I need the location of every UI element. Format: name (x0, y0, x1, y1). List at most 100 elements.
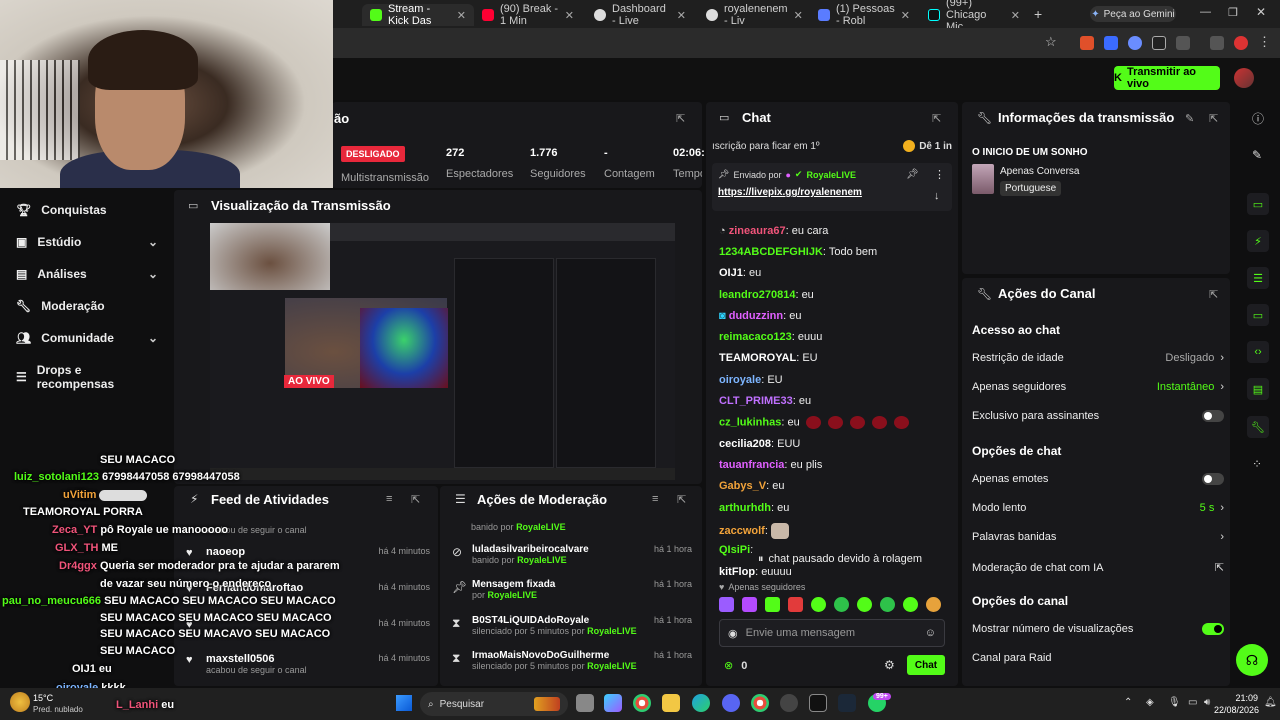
obs-icon[interactable] (780, 694, 798, 712)
tab-tiktok-chicago[interactable]: (99+) Chicago Mic ✕ (920, 0, 1028, 33)
emote-icon[interactable] (903, 597, 918, 612)
wrench-icon[interactable]: 🔧︎ (1247, 416, 1269, 438)
chat-paused-notice[interactable]: ⏸︎ chat pausado devido à rolagem (752, 550, 928, 568)
tab-dashboard-live[interactable]: Dashboard - Live ✕ (586, 3, 694, 27)
extension-icon[interactable] (1152, 36, 1166, 50)
emoji-icon[interactable]: ☺ (925, 627, 936, 639)
extension-icon[interactable] (1080, 36, 1094, 50)
emotes-only-toggle[interactable] (1202, 473, 1224, 485)
chat-user[interactable]: QIsiPi (719, 544, 750, 556)
banned-words-row[interactable]: Palavras banidas › (972, 531, 1224, 543)
subscription-banner[interactable]: ıscrição para ficar em 1º Dê 1 in (712, 136, 952, 156)
chat-user[interactable]: CLT_PRIME33 (719, 395, 793, 407)
stream-preview-video[interactable]: AO VIVO (210, 223, 675, 480)
code-icon[interactable]: ‹› (1247, 341, 1269, 363)
go-live-button[interactable]: K Transmitir ao vivo (1114, 66, 1220, 90)
filter-icon[interactable]: ≡ (386, 493, 392, 505)
slow-mode-row[interactable]: Modo lento 5 s › (972, 502, 1224, 514)
extension-icon[interactable] (1128, 36, 1142, 50)
tray-chevron-icon[interactable]: ⌃ (1124, 697, 1132, 708)
edit-pencil-icon[interactable]: ✎ (1252, 148, 1262, 162)
sidebar-item-analises[interactable]: ▤ Análises ⌄ (16, 267, 158, 281)
emote-icon[interactable] (719, 597, 734, 612)
popout-icon[interactable]: ⇱ (411, 493, 420, 506)
close-tab-icon[interactable]: ✕ (1011, 9, 1020, 22)
popout-icon[interactable]: ⇱ (1209, 112, 1218, 125)
new-tab-icon[interactable]: + (1034, 6, 1042, 22)
tab-kick-dashboard[interactable]: Stream - Kick Das ✕ (362, 3, 474, 27)
emote-icon[interactable] (834, 597, 849, 612)
popout-icon[interactable]: ⇱ (1209, 288, 1218, 301)
emote-icon[interactable] (926, 597, 941, 612)
chat-user[interactable]: cecilia208 (719, 438, 771, 450)
ai-moderation-row[interactable]: Moderação de chat com IA ⇱ (972, 561, 1224, 575)
filter-icon[interactable]: ≡ (652, 493, 658, 505)
chat-user[interactable]: reimacaco123 (719, 331, 792, 343)
kebab-menu-icon[interactable]: ⋮ (1258, 34, 1271, 50)
chat-user[interactable]: Gabys_V (719, 480, 766, 492)
network-icon[interactable]: ▭ (1188, 697, 1197, 708)
close-tab-icon[interactable]: ✕ (794, 9, 803, 22)
copilot-icon[interactable] (604, 694, 622, 712)
tray-app-icon[interactable]: ◈ (1146, 697, 1154, 708)
extension-icon[interactable] (1104, 36, 1118, 50)
chat-user[interactable]: kitFlop (719, 566, 755, 578)
age-restriction-row[interactable]: Restrição de idade Desligado › (972, 352, 1224, 364)
support-headset-icon[interactable]: ☊ (1236, 644, 1268, 676)
show-viewcount-toggle[interactable] (1202, 623, 1224, 635)
popout-icon[interactable]: ⇱ (932, 112, 941, 125)
chat-bubble-icon[interactable]: ▭ (1247, 304, 1269, 326)
tab-royalenenem[interactable]: royalenenem - Liv ✕ (698, 3, 806, 27)
close-tab-icon[interactable]: ✕ (565, 9, 574, 22)
browser-icon[interactable]: ▤ (1247, 378, 1269, 400)
chat-user[interactable]: TEAMOROYAL (719, 352, 796, 364)
gear-icon[interactable]: ⚙ (884, 658, 895, 672)
sidebar-item-estudio[interactable]: ▣ Estúdio ⌄ (16, 235, 158, 249)
emote-icon[interactable] (880, 597, 895, 612)
maximize-icon[interactable]: ❐ (1228, 6, 1238, 19)
emote-icon[interactable] (742, 597, 757, 612)
chrome-icon[interactable] (633, 694, 651, 712)
tab-roblox-people[interactable]: (1) Pessoas - Robl ✕ (810, 3, 918, 27)
channel-points[interactable]: ⊗ 0 (724, 659, 747, 673)
close-tab-icon[interactable]: ✕ (457, 9, 466, 22)
avatar[interactable] (1234, 68, 1254, 88)
sidebar-item-comunidade[interactable]: 👥︎ Comunidade ⌄ (16, 331, 158, 345)
chat-user[interactable]: arthurhdh (719, 502, 771, 514)
chat-user[interactable]: leandro270814 (719, 289, 795, 301)
emote-icon[interactable] (765, 597, 780, 612)
subscribers-only-toggle[interactable] (1202, 410, 1224, 422)
chat-user[interactable]: duduzzinn (729, 310, 783, 322)
unpin-icon[interactable]: 📌︎ (906, 169, 919, 180)
file-explorer-icon[interactable] (662, 694, 680, 712)
windows-start-icon[interactable] (396, 695, 412, 711)
taskbar-search[interactable]: ⌕ Pesquisar (420, 692, 568, 716)
send-chat-button[interactable]: Chat (907, 655, 945, 675)
gemini-button[interactable]: ✦ Peça ao Gemini (1090, 6, 1176, 22)
bookmark-star-icon[interactable]: ☆ (1045, 34, 1057, 50)
tab-youtube-break[interactable]: (90) Break - 1 Min ✕ (474, 3, 582, 27)
chat-user[interactable]: tauanfrancia (719, 459, 784, 471)
chat-user[interactable]: cz_lukinhas (719, 416, 781, 428)
close-tab-icon[interactable]: ✕ (901, 9, 910, 22)
popout-icon[interactable]: ⇱ (676, 112, 685, 125)
clock-time[interactable]: 21:09 (1220, 693, 1258, 703)
steam-icon[interactable] (838, 694, 856, 712)
chat-user[interactable]: zineaura67 (729, 225, 786, 237)
sidepanel-icon[interactable] (1210, 36, 1224, 50)
emote-icon[interactable] (811, 597, 826, 612)
layout-icon[interactable]: ▭ (1247, 193, 1269, 215)
apps-icon[interactable]: ⁘ (1252, 457, 1262, 471)
sidebar-item-moderacao[interactable]: 🔧︎ Moderação (16, 299, 158, 313)
followers-only-row[interactable]: Apenas seguidores Instantâneo › (972, 381, 1224, 393)
kebab-menu-icon[interactable]: ⋮ (934, 168, 945, 181)
lightning-icon[interactable]: ⚡︎ (1247, 230, 1269, 252)
profile-icon[interactable] (1234, 36, 1248, 50)
info-icon[interactable]: ⓘ (1252, 110, 1264, 127)
chat-user[interactable]: OIJ1 (719, 267, 743, 279)
minimize-icon[interactable]: — (1200, 6, 1211, 18)
volume-icon[interactable]: 🔊︎ (1204, 697, 1210, 708)
chat-user[interactable]: zaccwolf (719, 525, 765, 537)
edit-pencil-icon[interactable]: ✎ (1185, 112, 1194, 125)
discord-icon[interactable] (722, 694, 740, 712)
